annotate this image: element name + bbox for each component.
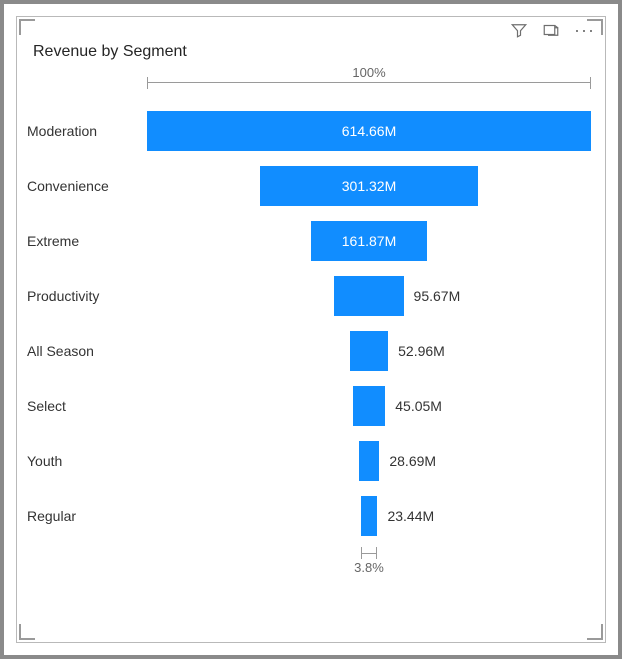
bar-area: 95.67M [147,276,591,316]
funnel-row: All Season 52.96M [27,323,595,378]
category-label: Convenience [27,178,147,194]
value-label: 52.96M [398,343,445,359]
funnel-bar[interactable]: 614.66M [147,111,591,151]
visual-selection-frame: ··· Revenue by Segment 100% Moderation 61… [0,0,622,659]
resize-handle-bottom-right[interactable] [587,624,603,640]
funnel-row: Select 45.05M [27,378,595,433]
funnel-bar[interactable] [359,441,380,481]
bar-area: 614.66M [147,111,591,151]
funnel-bar[interactable]: 301.32M [260,166,478,206]
funnel-bottom-axis: 3.8% [147,543,591,575]
funnel-row: Convenience 301.32M [27,158,595,213]
bar-area: 301.32M [147,166,591,206]
value-label: 301.32M [342,178,396,194]
bar-area: 52.96M [147,331,591,371]
funnel-bar[interactable] [334,276,403,316]
funnel-bottom-percent-label: 3.8% [147,560,591,575]
resize-handle-top-left[interactable] [19,19,35,35]
value-label: 614.66M [342,123,396,139]
category-label: All Season [27,343,147,359]
more-options-icon[interactable]: ··· [574,21,599,39]
value-label: 28.69M [389,453,436,469]
value-label: 23.44M [387,508,434,524]
funnel-rows: Moderation 614.66M Convenience 301.32M Extre… [27,103,595,543]
funnel-top-percent-label: 100% [147,65,591,80]
funnel-chart-area: 100% Moderation 614.66M Convenience 301.32M… [27,65,595,575]
funnel-bar[interactable] [353,386,386,426]
funnel-bottom-bracket [361,543,378,554]
value-label: 161.87M [342,233,396,249]
funnel-top-bracket [147,82,591,93]
funnel-row: Regular 23.44M [27,488,595,543]
funnel-chart-visual[interactable]: ··· Revenue by Segment 100% Moderation 61… [16,16,606,643]
bar-area: 161.87M [147,221,591,261]
chart-title: Revenue by Segment [33,43,595,61]
category-label: Youth [27,453,147,469]
value-label: 45.05M [395,398,442,414]
filter-icon[interactable] [510,21,528,39]
funnel-bar[interactable] [350,331,388,371]
bar-area: 23.44M [147,496,591,536]
bar-area: 28.69M [147,441,591,481]
funnel-bar[interactable] [361,496,378,536]
category-label: Productivity [27,288,147,304]
funnel-row: Moderation 614.66M [27,103,595,158]
resize-handle-bottom-left[interactable] [19,624,35,640]
category-label: Extreme [27,233,147,249]
value-label: 95.67M [414,288,461,304]
funnel-top-axis: 100% [147,65,591,93]
category-label: Select [27,398,147,414]
focus-mode-icon[interactable] [542,21,560,39]
funnel-row: Extreme 161.87M [27,213,595,268]
funnel-bar[interactable]: 161.87M [311,221,428,261]
funnel-row: Productivity 95.67M [27,268,595,323]
visual-toolbar: ··· [510,21,599,39]
category-label: Moderation [27,123,147,139]
funnel-row: Youth 28.69M [27,433,595,488]
bar-area: 45.05M [147,386,591,426]
category-label: Regular [27,508,147,524]
